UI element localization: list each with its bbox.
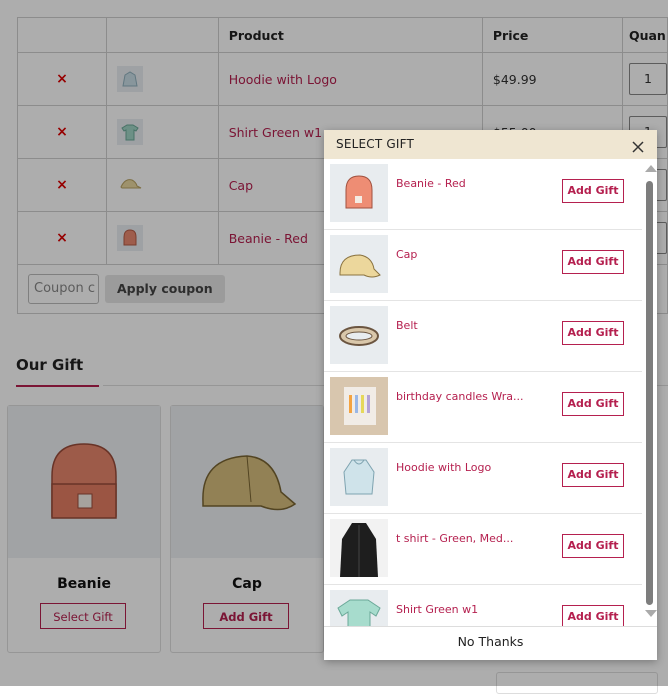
gift-name[interactable]: Belt [396, 319, 536, 332]
belt-image [330, 306, 388, 364]
hoodie-image [330, 448, 388, 506]
modal-title: SELECT GIFT [336, 137, 415, 151]
gift-list-item: Hoodie with Logo Add Gift [324, 443, 642, 514]
gift-list: Beanie - Red Add Gift Cap Add Gift Belt … [324, 159, 642, 626]
gift-name[interactable]: Hoodie with Logo [396, 461, 536, 474]
beanie-image [330, 164, 388, 222]
gift-name[interactable]: Cap [396, 248, 536, 261]
gift-name[interactable]: t shirt - Green, Med... [396, 532, 536, 545]
no-thanks-button[interactable]: No Thanks [324, 626, 657, 661]
scroll-down-arrow-icon[interactable] [645, 610, 657, 617]
add-gift-button[interactable]: Add Gift [562, 534, 624, 558]
modal-header: SELECT GIFT [324, 130, 657, 159]
add-gift-button[interactable]: Add Gift [562, 605, 624, 626]
select-gift-modal: SELECT GIFT Beanie - Red Add Gift Cap Ad… [324, 130, 657, 660]
add-gift-button[interactable]: Add Gift [562, 250, 624, 274]
gift-name[interactable]: Beanie - Red [396, 177, 536, 190]
candles-image [330, 377, 388, 435]
gift-list-item: Shirt Green w1 Add Gift [324, 585, 642, 626]
gift-list-item: t shirt - Green, Med... Add Gift [324, 514, 642, 585]
close-icon[interactable] [631, 136, 645, 153]
gift-list-item: Cap Add Gift [324, 230, 642, 301]
add-gift-button[interactable]: Add Gift [562, 321, 624, 345]
add-gift-button[interactable]: Add Gift [562, 392, 624, 416]
scrollbar[interactable] [642, 159, 657, 626]
gift-name[interactable]: birthday candles Wra... [396, 390, 536, 403]
gift-list-item: Belt Add Gift [324, 301, 642, 372]
scroll-up-arrow-icon[interactable] [645, 165, 657, 172]
gift-list-item: Beanie - Red Add Gift [324, 159, 642, 230]
jacket-image [330, 519, 388, 577]
cap-image [330, 235, 388, 293]
gift-name[interactable]: Shirt Green w1 [396, 603, 536, 616]
gift-list-item: birthday candles Wra... Add Gift [324, 372, 642, 443]
scroll-thumb[interactable] [646, 181, 653, 605]
add-gift-button[interactable]: Add Gift [562, 463, 624, 487]
shirt-image [330, 590, 388, 626]
add-gift-button[interactable]: Add Gift [562, 179, 624, 203]
